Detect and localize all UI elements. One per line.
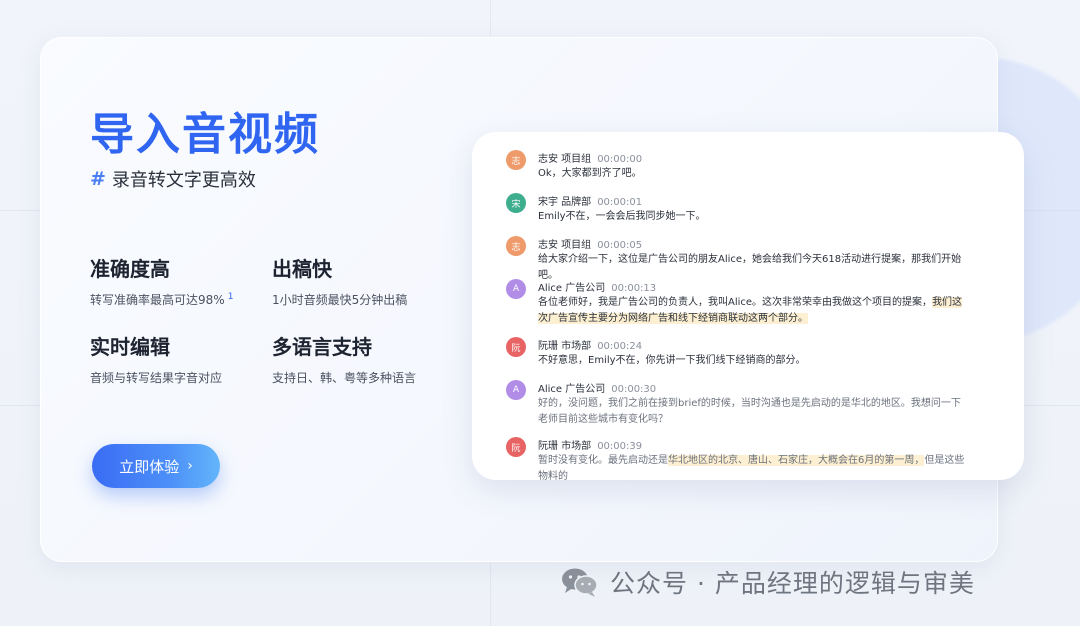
feature-title: 出稿快: [272, 257, 332, 281]
transcript-text: 暂时没有变化。最先启动还是华北地区的北京、唐山、石家庄，大概会在6月的第一周，但…: [538, 455, 965, 480]
transcript-text: 好的，没问题，我们之前在接到brief的时候，当时沟通也是先启动的是华北的地区。…: [538, 398, 961, 425]
feature-title: 实时编辑: [90, 335, 170, 359]
transcript-text: 不好意思，Emily不在，你先讲一下我们线下经销商的部分。: [538, 355, 806, 366]
avatar: A: [506, 279, 526, 299]
feature-desc: 音频与转写结果字音对应: [90, 371, 223, 385]
feature-multilingual: 多语言支持 支持日、韩、粤等多种语言: [272, 331, 416, 386]
transcript-text: Ok，大家都到齐了吧。: [538, 168, 642, 179]
speaker-name: 阮珊 市场部: [538, 441, 592, 452]
speaker-meta: Alice 广告公司 00:00:30: [538, 380, 656, 395]
page-subtitle: # 录音转文字更高效: [90, 166, 256, 192]
speaker-meta: 阮珊 市场部 00:00:39: [538, 437, 642, 452]
feature-title: 多语言支持: [272, 335, 372, 359]
timestamp: 00:00:05: [597, 240, 643, 251]
speaker-meta: 志安 项目组 00:00:00: [538, 150, 642, 165]
try-now-button[interactable]: 立即体验 ›: [92, 444, 220, 488]
transcript-text: 各位老师好，我是广告公司的负责人，我叫Alice。这次非常荣幸由我做这个项目的提…: [538, 297, 963, 324]
speaker-name: 宋宇 品牌部: [538, 197, 592, 208]
wechat-icon: [562, 568, 598, 597]
speaker-name: 志安 项目组: [538, 240, 592, 251]
speaker-name: 阮珊 市场部: [538, 341, 592, 352]
subtitle-text: 录音转文字更高效: [111, 170, 256, 191]
speaker-meta: 志安 项目组 00:00:05: [538, 236, 642, 251]
speaker-meta: 阮珊 市场部 00:00:24: [538, 337, 642, 352]
feature-desc: 转写准确率最高可达98% 1: [90, 292, 234, 307]
avatar: 宋: [506, 193, 526, 213]
transcript-panel[interactable]: 志 志安 项目组 00:00:00 Ok，大家都到齐了吧。 宋 宋宇 品牌部 00:…: [472, 132, 1024, 480]
timestamp: 00:00:39: [597, 441, 643, 452]
timestamp: 00:00:13: [611, 283, 657, 294]
page-title: 导入音视频: [90, 109, 320, 160]
avatar: 志: [506, 236, 526, 256]
hash-icon: #: [90, 168, 106, 190]
feature-desc: 1小时音频最快5分钟出稿: [272, 293, 408, 307]
speaker-meta: Alice 广告公司 00:00:13: [538, 279, 656, 294]
feature-realtime-edit: 实时编辑 音频与转写结果字音对应: [90, 331, 222, 386]
footnote-marker: 1: [227, 292, 234, 302]
timestamp: 00:00:30: [611, 384, 657, 395]
avatar: 阮: [506, 437, 526, 457]
watermark: 公众号 · 产品经理的逻辑与审美: [560, 562, 975, 602]
try-now-label: 立即体验: [119, 457, 180, 476]
speaker-name: Alice 广告公司: [538, 283, 606, 294]
feature-speed: 出稿快 1小时音频最快5分钟出稿: [272, 253, 407, 308]
transcript-text: Emily不在，一会会后我同步她一下。: [538, 211, 706, 222]
speaker-name: 志安 项目组: [538, 154, 592, 165]
timestamp: 00:00:00: [597, 154, 643, 165]
watermark-text: 公众号 · 产品经理的逻辑与审美: [610, 569, 975, 598]
feature-accuracy: 准确度高 转写准确率最高可达98% 1: [90, 253, 233, 308]
avatar: 志: [506, 150, 526, 170]
avatar: 阮: [506, 337, 526, 357]
chevron-right-icon: ›: [187, 458, 193, 474]
feature-desc: 支持日、韩、粤等多种语言: [272, 371, 417, 385]
speaker-name: Alice 广告公司: [538, 384, 606, 395]
avatar: A: [506, 380, 526, 400]
timestamp: 00:00:01: [597, 197, 643, 208]
timestamp: 00:00:24: [597, 341, 643, 352]
speaker-meta: 宋宇 品牌部 00:00:01: [538, 193, 642, 208]
feature-title: 准确度高: [90, 257, 170, 281]
